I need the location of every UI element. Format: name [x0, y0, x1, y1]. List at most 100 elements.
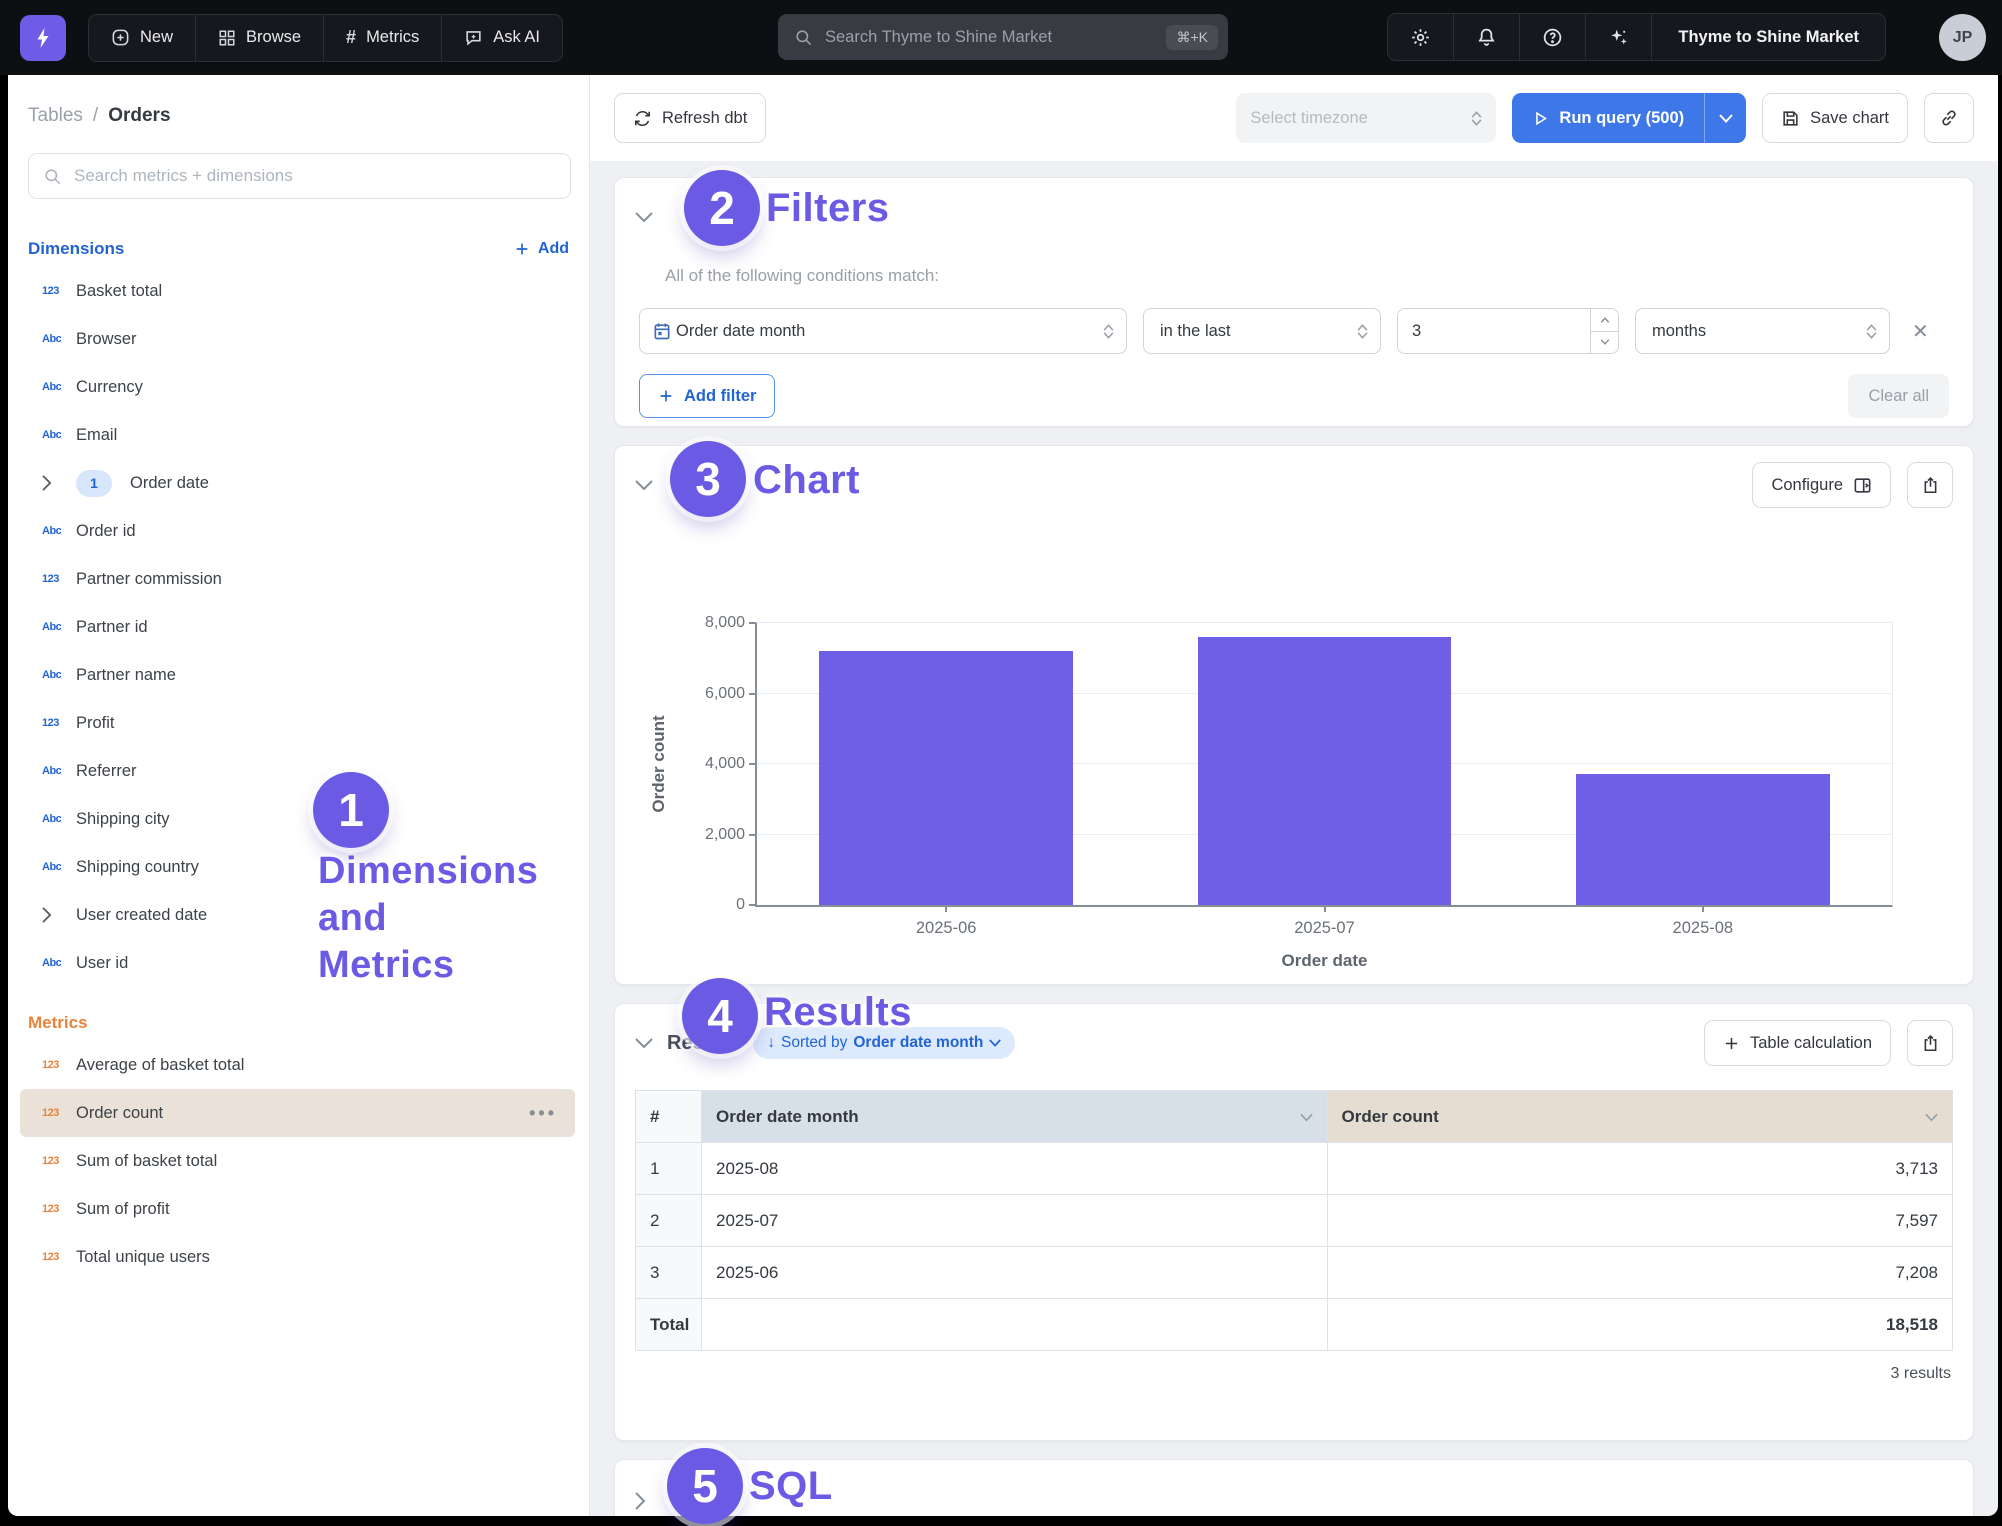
x-tick-label: 2025-07	[1294, 919, 1355, 938]
field-label: Email	[76, 426, 117, 445]
notifications-button[interactable]	[1454, 14, 1520, 60]
chart-bar-2025-08[interactable]	[1576, 774, 1829, 905]
number-field-icon: 123	[42, 285, 76, 297]
sidebar-item-partner-id[interactable]: AbcPartner id	[20, 603, 575, 651]
filter-unit-select[interactable]: months	[1635, 308, 1890, 354]
more-options-icon[interactable]: •••	[529, 1103, 557, 1124]
sidebar-item-sum-of-basket-total[interactable]: 123Sum of basket total	[20, 1137, 575, 1185]
chart-section: Configure Order count Order date	[614, 445, 1974, 985]
sidebar-item-order-count[interactable]: 123Order count•••	[20, 1089, 575, 1137]
sidebar-item-average-of-basket-total[interactable]: 123Average of basket total	[20, 1041, 575, 1089]
refresh-dbt-button[interactable]: Refresh dbt	[614, 93, 766, 143]
save-icon	[1781, 109, 1800, 128]
sidebar-item-user-id[interactable]: AbcUser id	[20, 939, 575, 987]
y-axis-tick	[749, 904, 755, 906]
collapse-results-icon[interactable]	[635, 1038, 661, 1049]
remove-filter-button[interactable]: ✕	[1906, 319, 1935, 344]
cell-order-count[interactable]: 7,208	[1327, 1247, 1953, 1299]
link-icon	[1939, 108, 1959, 128]
sidebar-item-shipping-city[interactable]: AbcShipping city	[20, 795, 575, 843]
sidebar-item-order-id[interactable]: AbcOrder id	[20, 507, 575, 555]
add-filter-label: Add filter	[684, 387, 756, 406]
column-label: Order date month	[716, 1107, 859, 1127]
explore-sidebar: Tables / Orders Search metrics + dimensi…	[8, 75, 590, 1516]
sidebar-item-browser[interactable]: AbcBrowser	[20, 315, 575, 363]
nav-item-browse[interactable]: Browse	[196, 15, 324, 61]
app-logo[interactable]	[20, 15, 66, 61]
cell-order-date-month[interactable]: 2025-07	[702, 1195, 1328, 1247]
select-chevrons-icon	[1471, 111, 1482, 126]
help-button[interactable]	[1520, 14, 1586, 60]
sidebar-item-user-created-date[interactable]: User created date	[20, 891, 575, 939]
sorted-field: Order date month	[853, 1034, 983, 1052]
nav-item-ask-ai[interactable]: Ask AI	[442, 15, 562, 61]
configure-chart-button[interactable]: Configure	[1752, 462, 1891, 508]
expand-sql-icon[interactable]	[635, 1492, 661, 1510]
chart-header: Configure	[615, 446, 1973, 508]
sidebar-item-sum-of-profit[interactable]: 123Sum of profit	[20, 1185, 575, 1233]
stepper-up-button[interactable]	[1591, 309, 1618, 332]
table-calculation-button[interactable]: Table calculation	[1704, 1020, 1891, 1066]
run-query-button[interactable]: Run query (500)	[1512, 93, 1704, 143]
sidebar-item-basket-total[interactable]: 123Basket total	[20, 267, 575, 315]
settings-button[interactable]	[1388, 14, 1454, 60]
add-filter-button[interactable]: Add filter	[639, 374, 775, 418]
sidebar-item-referrer[interactable]: AbcReferrer	[20, 747, 575, 795]
clear-all-button[interactable]: Clear all	[1848, 374, 1949, 418]
y-tick-label: 2,000	[705, 826, 745, 844]
sidebar-item-profit[interactable]: 123Profit	[20, 699, 575, 747]
breadcrumb-parent[interactable]: Tables	[28, 105, 83, 127]
fields-search-input[interactable]: Search metrics + dimensions	[28, 153, 571, 199]
search-icon	[794, 28, 813, 47]
cell-order-count[interactable]: 7,597	[1327, 1195, 1953, 1247]
sidebar-item-partner-name[interactable]: AbcPartner name	[20, 651, 575, 699]
save-chart-button[interactable]: Save chart	[1762, 93, 1908, 143]
dimensions-list: 123Basket totalAbcBrowserAbcCurrencyAbcE…	[8, 267, 589, 987]
sidebar-item-shipping-country[interactable]: AbcShipping country	[20, 843, 575, 891]
sidebar-item-partner-commission[interactable]: 123Partner commission	[20, 555, 575, 603]
x-tick-label: 2025-08	[1673, 919, 1734, 938]
chevron-down-icon	[989, 1039, 1001, 1047]
stepper-down-button[interactable]	[1591, 332, 1618, 354]
filter-field-select[interactable]: Order date month	[639, 308, 1127, 354]
x-tick-label: 2025-06	[916, 919, 977, 938]
content-area: Tables / Orders Search metrics + dimensi…	[8, 75, 1998, 1516]
collapse-chart-icon[interactable]	[635, 480, 661, 491]
app-window: New Browse # Metrics Ask AI Search Thyme…	[0, 0, 2002, 1526]
filter-value-input[interactable]: 3	[1397, 308, 1619, 354]
export-chart-button[interactable]	[1907, 462, 1953, 508]
user-avatar[interactable]: JP	[1939, 14, 1986, 61]
play-icon	[1532, 110, 1549, 127]
row-number: 3	[636, 1247, 702, 1299]
collapse-filters-icon[interactable]	[635, 212, 661, 223]
global-search-input[interactable]: Search Thyme to Shine Market ⌘+K	[778, 14, 1228, 60]
nav-item-new[interactable]: New	[89, 15, 196, 61]
chart-bar-2025-06[interactable]	[819, 651, 1072, 905]
sidebar-item-order-date[interactable]: 1Order date	[20, 459, 575, 507]
cell-order-count[interactable]: 3,713	[1327, 1143, 1953, 1195]
org-switcher[interactable]: Thyme to Shine Market	[1652, 14, 1885, 60]
sorted-by-chip[interactable]: ↓ Sorted by Order date month	[753, 1027, 1015, 1059]
bell-icon	[1476, 27, 1497, 48]
add-dimension-button[interactable]: Add	[514, 240, 569, 258]
filter-operator-select[interactable]: in the last	[1143, 308, 1381, 354]
export-results-button[interactable]	[1907, 1020, 1953, 1066]
share-link-button[interactable]	[1924, 93, 1974, 143]
timezone-select[interactable]: Select timezone	[1236, 93, 1496, 143]
field-label: Average of basket total	[76, 1056, 244, 1075]
column-header-order-date-month[interactable]: Order date month	[702, 1091, 1328, 1143]
top-navbar: New Browse # Metrics Ask AI Search Thyme…	[0, 0, 2002, 75]
nav-item-metrics[interactable]: # Metrics	[324, 15, 442, 61]
column-header-order-count[interactable]: Order count	[1327, 1091, 1953, 1143]
run-query-options-button[interactable]	[1704, 93, 1746, 143]
share-export-icon	[1921, 1034, 1940, 1053]
sidebar-item-email[interactable]: AbcEmail	[20, 411, 575, 459]
sidebar-item-currency[interactable]: AbcCurrency	[20, 363, 575, 411]
ai-sparkles-button[interactable]	[1586, 14, 1652, 60]
number-field-icon: 123	[42, 1107, 76, 1119]
cell-order-date-month[interactable]: 2025-06	[702, 1247, 1328, 1299]
sidebar-item-total-unique-users[interactable]: 123Total unique users	[20, 1233, 575, 1281]
cell-order-date-month[interactable]: 2025-08	[702, 1143, 1328, 1195]
chart-bar-2025-07[interactable]	[1198, 637, 1451, 905]
y-axis-title: Order count	[649, 715, 669, 812]
